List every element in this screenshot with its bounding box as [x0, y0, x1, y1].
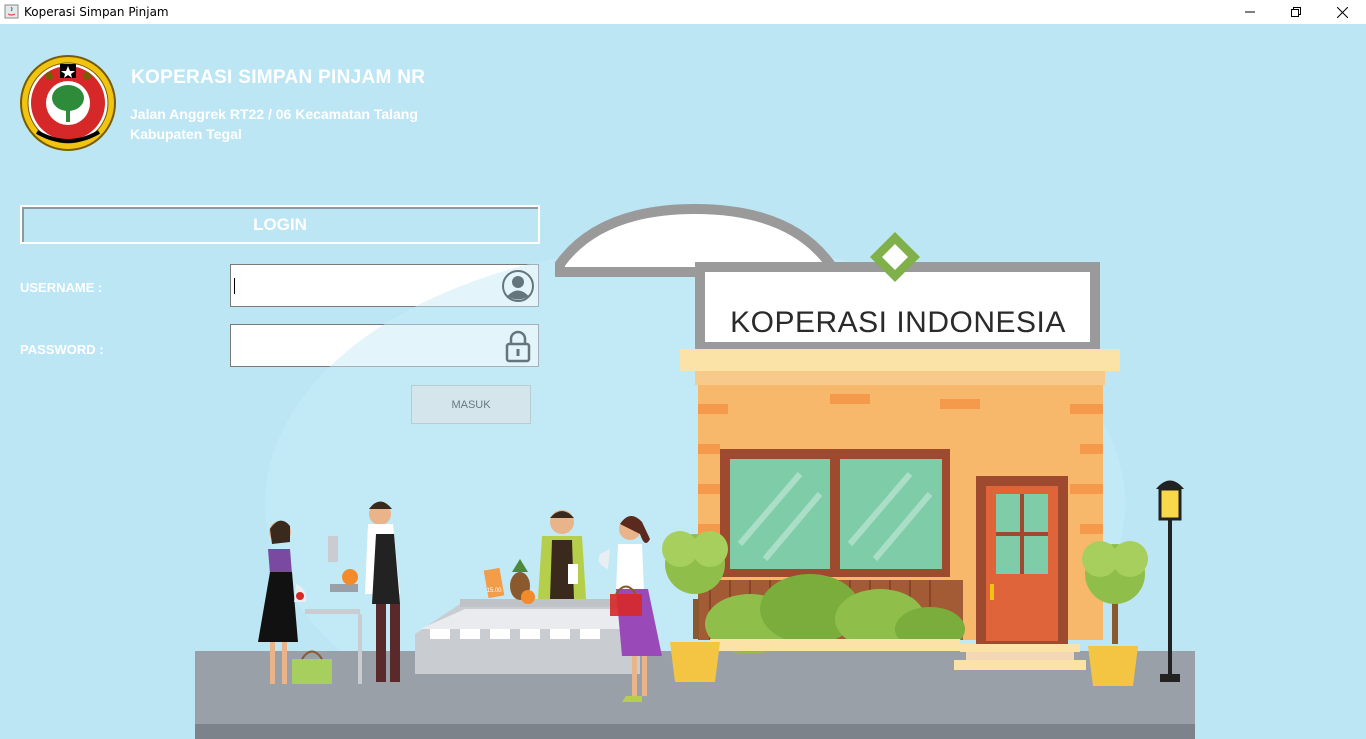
login-window-content: KOPERASI SIMPAN PINJAM NR Jalan Anggrek … — [0, 24, 1366, 739]
close-icon — [1336, 6, 1348, 18]
java-app-icon — [4, 4, 19, 19]
restore-icon — [1291, 7, 1301, 17]
window-title: Koperasi Simpan Pinjam — [24, 5, 169, 19]
restore-button[interactable] — [1273, 0, 1319, 24]
window-titlebar: Koperasi Simpan Pinjam — [0, 0, 1366, 24]
password-label: PASSWORD : — [20, 342, 104, 357]
koperasi-indonesia-emblem-icon — [20, 55, 116, 151]
store-sign-text: KOPERASI INDONESIA — [730, 306, 1066, 339]
address-line-1: Jalan Anggrek RT22 / 06 Kecamatan Talang — [130, 106, 418, 122]
username-label: USERNAME : — [20, 280, 103, 295]
minimize-button[interactable] — [1227, 0, 1273, 24]
address-line-2: Kabupaten Tegal — [130, 126, 242, 142]
koperasi-store-illustration: KOPERASI INDONESIA 15.00 — [195, 204, 1195, 739]
minimize-icon — [1245, 11, 1255, 13]
org-address: Jalan Anggrek RT22 / 06 Kecamatan Talang… — [130, 104, 418, 144]
price-tag-text: 15.00 — [486, 588, 502, 594]
display-counter — [415, 599, 640, 704]
close-button[interactable] — [1319, 0, 1365, 24]
org-name: KOPERASI SIMPAN PINJAM NR — [131, 67, 426, 88]
